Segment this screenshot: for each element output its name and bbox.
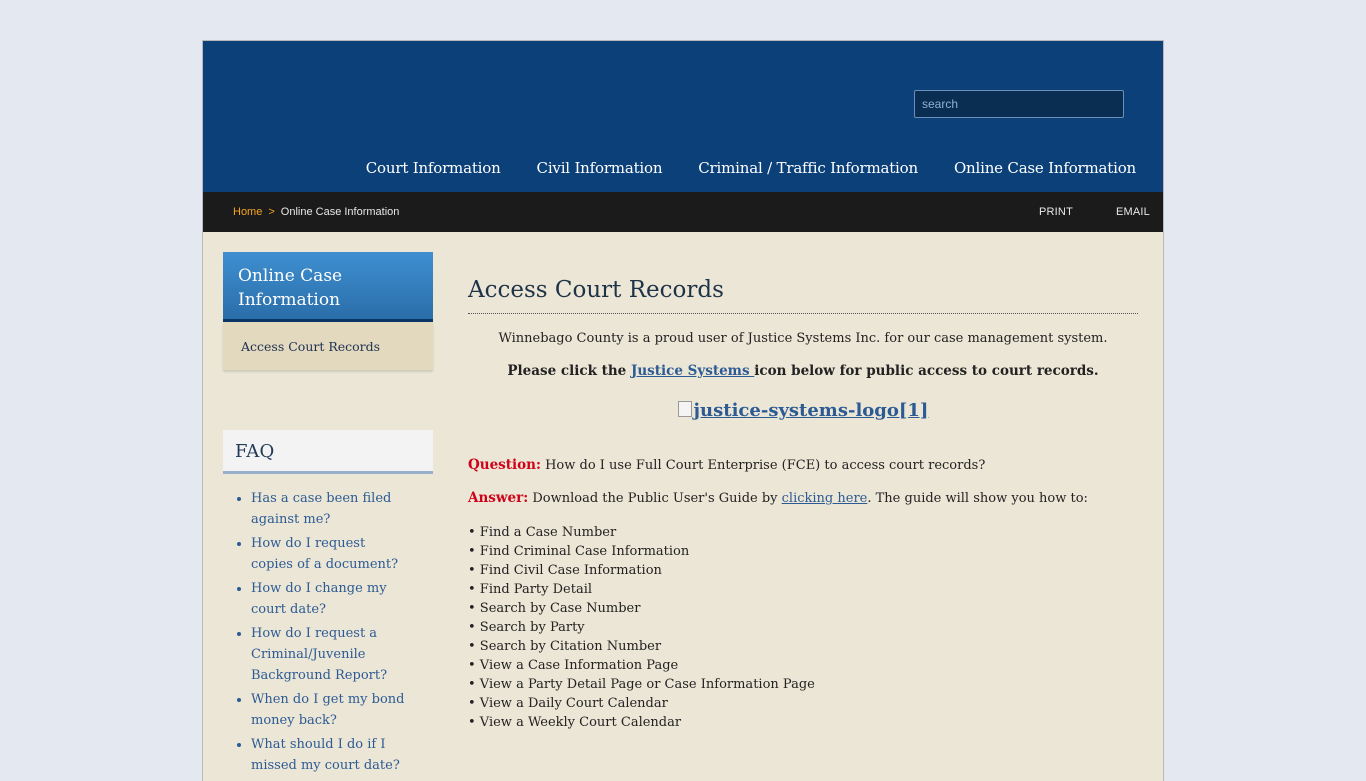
list-item: • Find Criminal Case Information [468,544,690,559]
faq-link[interactable]: Has a case been filed against me? [251,491,391,527]
faq-item[interactable]: How do I request copies of a document? [251,533,433,575]
faq-item[interactable]: What should I do if I missed my court da… [251,734,433,776]
click-instruction: Please click the Justice Systems icon be… [468,363,1138,379]
list-item: • View a Weekly Court Calendar [468,715,682,730]
faq-item[interactable]: When do I get my bond money back? [251,689,433,731]
justice-systems-logo-link[interactable]: justice-systems-logo[1] [468,400,1138,421]
breadcrumb-home-link[interactable]: Home [233,206,262,218]
broken-image-icon [677,401,692,417]
list-item: • Find Civil Case Information [468,563,662,578]
breadcrumb-bar: Home > Online Case Information PRINT EMAIL [203,192,1163,232]
question-text: How do I use Full Court Enterprise (FCE)… [540,458,986,473]
faq-list: Has a case been filed against me? How do… [223,488,433,776]
faq-title: FAQ [223,430,433,474]
main-content: Access Court Records Winnebago County is… [468,277,1138,732]
list-item: • Find a Case Number [468,525,617,540]
guide-topics-list: • Find a Case Number • Find Criminal Cas… [468,523,1138,732]
faq-answer-section: Question: How do I use Full Court Enterp… [468,457,1138,732]
list-item: • Search by Case Number [468,601,641,616]
search-input[interactable] [914,90,1124,118]
page-tools: PRINT EMAIL [1039,206,1163,218]
list-item: • Search by Party [468,620,585,635]
list-item: • Find Party Detail [468,582,593,597]
main-nav: Court Information Civil Information Crim… [366,159,1136,177]
question-line: Question: How do I use Full Court Enterp… [468,457,1138,473]
faq-link[interactable]: How do I request copies of a document? [251,536,398,572]
sidebar-title: Online Case Information [223,252,433,322]
click-instruction-pre: Please click the [507,363,631,379]
email-link[interactable]: EMAIL [1116,206,1150,218]
logo-alt-text[interactable]: justice-systems-logo[1] [694,400,929,421]
nav-court-information[interactable]: Court Information [366,159,501,177]
sidebar: Online Case Information Access Court Rec… [223,252,433,779]
answer-label: Answer: [468,490,529,506]
site-header: Court Information Civil Information Crim… [203,41,1163,192]
answer-pre: Download the Public User's Guide by [528,491,782,506]
click-instruction-post: icon below for public access to court re… [754,363,1099,379]
page-title: Access Court Records [468,277,1138,314]
faq-item[interactable]: Has a case been filed against me? [251,488,433,530]
breadcrumb: Home > Online Case Information [233,206,399,218]
faq-item[interactable]: How do I request a Criminal/Juvenile Bac… [251,623,433,686]
breadcrumb-current: Online Case Information [280,206,400,218]
users-guide-link[interactable]: clicking here [782,491,868,506]
print-link[interactable]: PRINT [1039,206,1073,218]
list-item: • Search by Citation Number [468,639,662,654]
list-item: • View a Party Detail Page or Case Infor… [468,677,815,692]
answer-line: Answer: Download the Public User's Guide… [468,490,1138,506]
list-item: • View a Daily Court Calendar [468,696,668,711]
faq-link[interactable]: How do I request a Criminal/Juvenile Bac… [251,626,387,683]
breadcrumb-separator: > [268,206,275,218]
page-container: Court Information Civil Information Crim… [202,40,1164,781]
list-item: • View a Case Information Page [468,658,679,673]
nav-civil-information[interactable]: Civil Information [537,159,663,177]
faq-link[interactable]: When do I get my bond money back? [251,692,405,728]
nav-criminal-traffic-information[interactable]: Criminal / Traffic Information [698,159,918,177]
justice-systems-link[interactable]: Justice Systems [631,363,754,379]
sidebar-item-access-court-records[interactable]: Access Court Records [223,322,433,370]
answer-post: . The guide will show you how to: [867,491,1088,506]
faq-item[interactable]: How do I change my court date? [251,578,433,620]
faq-link[interactable]: How do I change my court date? [251,581,387,617]
intro-text: Winnebago County is a proud user of Just… [498,331,1108,346]
nav-online-case-information[interactable]: Online Case Information [954,159,1136,177]
question-label: Question: [468,457,541,473]
